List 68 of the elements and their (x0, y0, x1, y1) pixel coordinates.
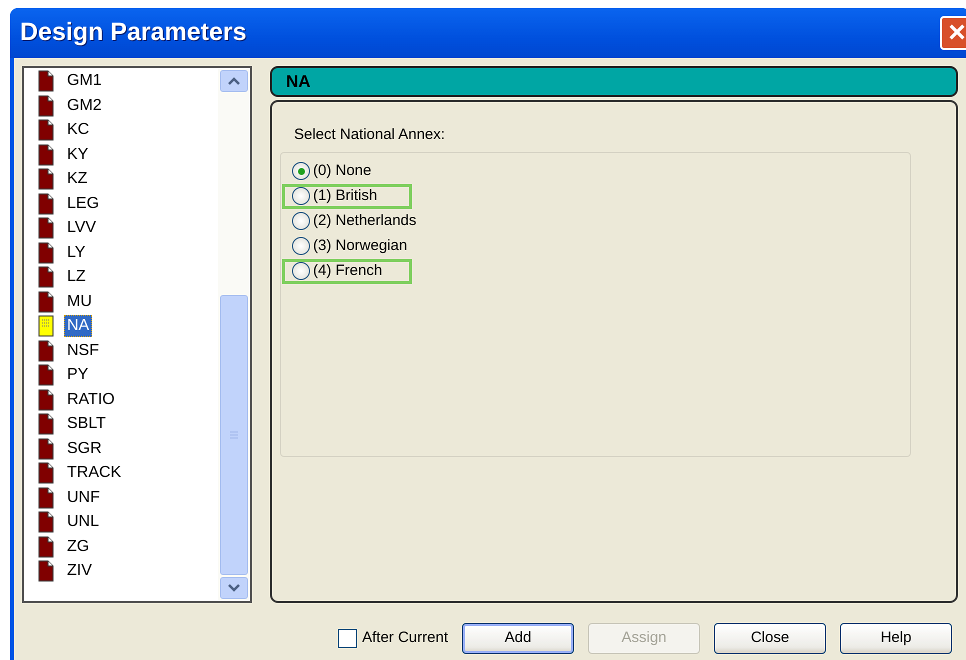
document-icon (38, 94, 54, 117)
parameter-item[interactable]: SBLT (64, 413, 109, 436)
radio-button[interactable] (292, 212, 310, 230)
dialog-button[interactable]: Add (462, 623, 574, 654)
radio-option[interactable]: (4) French (282, 258, 412, 284)
parameter-item[interactable]: RATIO (64, 388, 118, 411)
chevron-up-icon (228, 77, 240, 85)
parameter-item[interactable]: PY (64, 364, 92, 386)
parameter-item[interactable]: LZ (64, 266, 89, 288)
close-button[interactable]: × (940, 16, 966, 50)
parameter-item[interactable]: ZG (64, 536, 92, 558)
parameter-item[interactable]: KY (64, 144, 92, 166)
parameter-item[interactable]: TRACK (64, 462, 124, 484)
document-icon (38, 486, 54, 509)
note-icon (38, 315, 54, 338)
radio-button[interactable] (292, 262, 310, 280)
document-icon (38, 70, 54, 92)
parameter-item[interactable]: LVV (64, 217, 100, 240)
parameter-item[interactable]: NSF (64, 340, 102, 362)
parameter-item[interactable]: UNF (64, 486, 103, 509)
checkbox-label: After Current (362, 628, 448, 648)
radio-button[interactable] (292, 187, 310, 205)
parameter-item[interactable]: KZ (64, 168, 90, 190)
document-icon (38, 511, 54, 534)
document-icon (38, 119, 54, 142)
document-icon (38, 438, 54, 460)
parameter-item[interactable]: UNL (64, 511, 102, 534)
document-icon (38, 290, 54, 313)
parameter-item[interactable]: NA (64, 315, 92, 338)
prompt-label: Select National Annex: (293, 125, 446, 145)
window-title: Design Parameters (19, 17, 247, 48)
parameter-item[interactable]: KC (64, 119, 92, 142)
parameter-item[interactable]: LY (64, 242, 88, 264)
document-icon (38, 242, 54, 264)
document-icon (38, 388, 54, 411)
radio-option[interactable]: (0) None (282, 158, 412, 184)
radio-option[interactable]: (3) Norwegian (282, 234, 416, 258)
document-icon (38, 560, 54, 582)
radio-option[interactable]: (1) British (282, 184, 412, 208)
grip-icon (229, 431, 239, 439)
document-icon (38, 192, 54, 215)
document-icon (38, 364, 54, 386)
parameter-item[interactable]: LEG (64, 192, 102, 215)
parameter-item[interactable]: SGR (64, 438, 105, 460)
radio-button[interactable] (292, 162, 310, 180)
document-icon (38, 217, 54, 240)
checkbox[interactable] (338, 629, 358, 648)
document-icon (38, 144, 54, 166)
document-icon (38, 340, 54, 362)
radio-option[interactable]: (2) Netherlands (282, 208, 426, 234)
document-icon (38, 462, 54, 484)
chevron-down-icon (228, 584, 240, 592)
scrollbar[interactable] (218, 68, 250, 601)
parameter-item[interactable]: ZIV (64, 560, 95, 582)
parameter-item[interactable]: GM2 (64, 94, 105, 117)
document-icon (38, 168, 54, 190)
document-icon (38, 536, 54, 558)
panel-header: NA (270, 66, 958, 97)
scroll-up-button[interactable] (220, 70, 248, 92)
scroll-thumb[interactable] (220, 295, 248, 575)
parameter-item[interactable]: GM1 (64, 70, 105, 92)
scroll-down-button[interactable] (220, 577, 248, 599)
parameter-item[interactable]: MU (64, 290, 95, 313)
dialog-button[interactable]: Close (714, 623, 826, 654)
document-icon (38, 266, 54, 288)
radio-button[interactable] (292, 237, 310, 255)
document-icon (38, 413, 54, 436)
dialog-button[interactable]: Help (840, 623, 952, 654)
